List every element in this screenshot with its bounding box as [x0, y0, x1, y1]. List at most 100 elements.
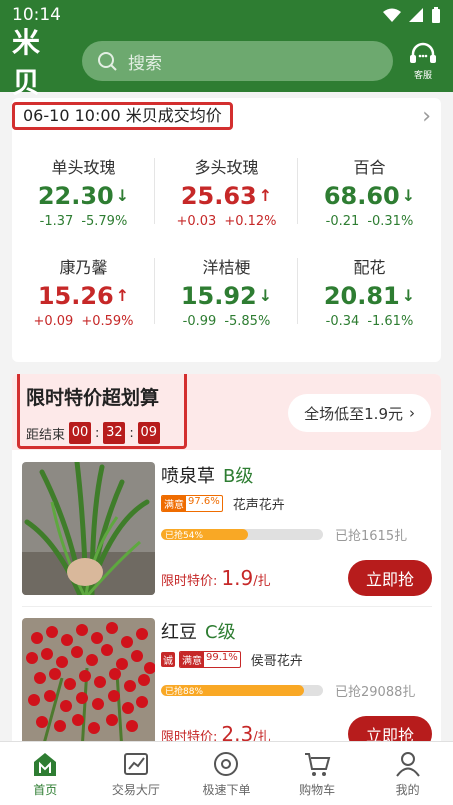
chart-icon	[123, 753, 148, 775]
countdown: 距结束 00 : 32 : 09	[26, 422, 178, 444]
tab-label: 我的	[395, 783, 420, 797]
headset-icon	[410, 42, 436, 63]
arrow-up-icon: ↑	[115, 286, 130, 305]
product-image[interactable]	[22, 618, 155, 751]
price-percent: +0.12%	[224, 213, 277, 229]
product-name: 红豆	[161, 622, 197, 643]
shop-name: 侯哥花卉	[250, 654, 303, 669]
product-card[interactable]: 红豆 C级 诚 满意 99.1% 侯哥花卉 已抢88% 已抢29088扎 限时特…	[22, 618, 432, 754]
chevron-right-icon: ›	[409, 404, 415, 422]
price-item[interactable]: 百合 68.60 ↓ -0.21 -0.31%	[298, 148, 441, 234]
tab-label: 极速下单	[202, 783, 251, 797]
user-icon	[395, 752, 420, 777]
tab-mine[interactable]: 我的	[362, 742, 453, 805]
price-grid: 单头玫瑰 22.30 ↓ -1.37 -5.79% 多头玫瑰 25.63 ↑ +0.0…	[12, 148, 441, 334]
sold-progress-bar: 已抢54%	[161, 529, 323, 540]
countdown-hours: 00	[69, 422, 92, 444]
chevron-right-icon[interactable]: ›	[422, 104, 431, 129]
price-item[interactable]: 单头玫瑰 22.30 ↓ -1.37 -5.79%	[12, 148, 155, 234]
grabbed-count: 已抢1615扎	[335, 529, 408, 544]
flower-name: 多头玫瑰	[194, 157, 259, 177]
price-item[interactable]: 康乃馨 15.26 ↑ +0.09 +0.59%	[12, 248, 155, 334]
customer-service-button[interactable]: 客服	[405, 42, 441, 81]
price-item[interactable]: 配花 20.81 ↓ -0.34 -1.61%	[298, 248, 441, 334]
price-item[interactable]: 洋桔梗 15.92 ↓ -0.99 -5.85%	[155, 248, 298, 334]
product-card[interactable]: 喷泉草 B级 满意 97.6% 花声花卉 已抢54% 已抢1615扎 限时特价:…	[22, 462, 432, 602]
signal-icon	[409, 8, 423, 22]
price-board-title: 06-10 10:00 米贝成交均价	[12, 102, 233, 130]
app-logo: 米贝	[12, 26, 43, 99]
satisfaction-badge: 满意 99.1%	[179, 651, 241, 668]
flash-sale-title-box: 限时特价超划算 距结束 00 : 32 : 09	[17, 374, 187, 449]
arrow-up-icon: ↑	[258, 186, 273, 205]
price-percent: -5.79%	[81, 213, 128, 229]
special-price: 限时特价: 1.9/扎	[161, 566, 271, 590]
home-icon	[34, 753, 57, 776]
flower-name: 洋桔梗	[202, 257, 251, 277]
countdown-label: 距结束	[26, 427, 66, 443]
arrow-down-icon: ↓	[401, 186, 416, 205]
service-label: 客服	[413, 70, 432, 81]
product-grade: B级	[223, 466, 254, 487]
price-percent: -5.85%	[224, 313, 271, 329]
search-icon	[98, 52, 117, 71]
flower-name: 百合	[353, 157, 386, 177]
average-price: 15.92 ↓	[180, 281, 273, 310]
arrow-down-icon: ↓	[115, 186, 130, 205]
satisfaction-badge: 满意 97.6%	[161, 495, 223, 512]
price-item[interactable]: 多头玫瑰 25.63 ↑ +0.03 +0.12%	[155, 148, 298, 234]
wifi-icon	[383, 8, 401, 22]
flash-sale-section: 限时特价超划算 距结束 00 : 32 : 09 全场低至1.9元 › 喷泉草 …	[12, 374, 441, 754]
flower-name: 单头玫瑰	[51, 157, 116, 177]
app-header: 米贝 搜索 客服	[0, 26, 453, 99]
flower-name: 配花	[353, 257, 386, 277]
grabbed-count: 已抢29088扎	[335, 685, 416, 700]
price-change: +0.03	[176, 213, 217, 229]
honest-badge: 诚	[161, 652, 175, 667]
tab-label: 交易大厅	[111, 783, 160, 797]
search-placeholder: 搜索	[128, 53, 162, 74]
arrow-down-icon: ↓	[401, 286, 416, 305]
arrow-down-icon: ↓	[258, 286, 273, 305]
tab-trading-hall[interactable]: 交易大厅	[91, 742, 182, 805]
price-change: +0.09	[33, 313, 74, 329]
average-price: 22.30 ↓	[37, 181, 130, 210]
price-percent: -0.31%	[367, 213, 414, 229]
price-change: -1.37	[39, 213, 74, 229]
tab-home[interactable]: 首页	[0, 742, 91, 805]
progress-label: 已抢54%	[165, 531, 204, 540]
product-grade: C级	[205, 622, 236, 643]
cart-icon	[305, 753, 331, 776]
battery-icon	[432, 7, 440, 23]
tab-fast-order[interactable]: 极速下单	[181, 742, 272, 805]
average-price: 15.26 ↑	[37, 281, 130, 310]
price-change: -0.99	[182, 313, 217, 329]
price-percent: -1.61%	[367, 313, 414, 329]
flower-name: 康乃馨	[59, 257, 108, 277]
divider	[22, 606, 432, 607]
price-percent: +0.59%	[81, 313, 134, 329]
tab-cart[interactable]: 购物车	[272, 742, 363, 805]
promo-button[interactable]: 全场低至1.9元 ›	[288, 394, 431, 432]
product-image[interactable]	[22, 462, 155, 595]
price-board[interactable]: 06-10 10:00 米贝成交均价 › 单头玫瑰 22.30 ↓ -1.37 -5…	[12, 98, 441, 362]
average-price: 20.81 ↓	[323, 281, 416, 310]
fast-order-icon	[214, 752, 239, 776]
flash-sale-header: 限时特价超划算 距结束 00 : 32 : 09 全场低至1.9元 ›	[12, 374, 441, 450]
countdown-seconds: 09	[137, 422, 160, 444]
price-change: -0.21	[325, 213, 360, 229]
promo-label: 全场低至1.9元	[304, 404, 403, 423]
progress-label: 已抢88%	[165, 687, 204, 696]
bottom-tab-bar: 首页 交易大厅 极速下单 购物车 我的	[0, 741, 453, 805]
average-price: 25.63 ↑	[180, 181, 273, 210]
search-input[interactable]: 搜索	[82, 41, 393, 81]
price-change: -0.34	[325, 313, 360, 329]
shop-name: 花声花卉	[232, 498, 285, 513]
buy-now-button[interactable]: 立即抢	[348, 560, 432, 596]
countdown-minutes: 32	[103, 422, 126, 444]
flash-sale-title: 限时特价超划算	[26, 387, 160, 409]
product-name: 喷泉草	[161, 466, 215, 487]
average-price: 68.60 ↓	[323, 181, 416, 210]
sold-progress-bar: 已抢88%	[161, 685, 323, 696]
tab-label: 首页	[33, 783, 58, 797]
